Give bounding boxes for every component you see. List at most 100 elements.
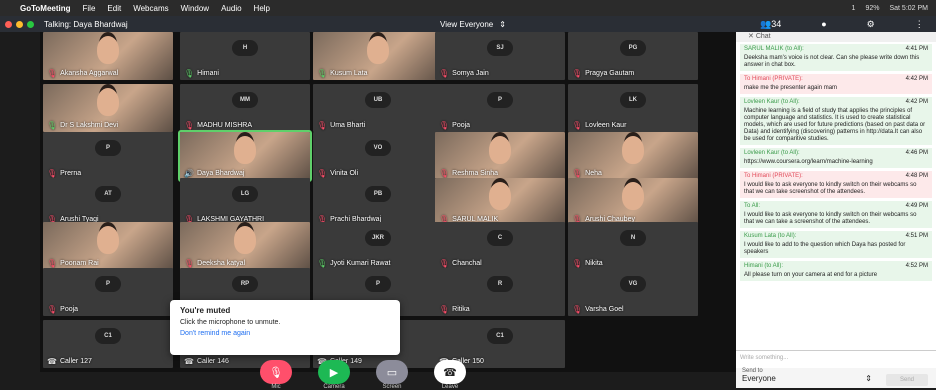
participant-avatar: PG	[620, 40, 646, 56]
participant-tile[interactable]: JKR 🎙 Jyoti Kumari Rawat	[313, 222, 443, 270]
mic-icon: 🎙	[317, 69, 328, 78]
participant-avatar: C	[487, 230, 513, 246]
participant-tile[interactable]: C 🎙 Chanchal	[435, 222, 565, 270]
participant-tile[interactable]: R 🎙 Ritika	[435, 268, 565, 316]
menu-window[interactable]: Window	[181, 4, 209, 13]
participant-name-row: 🎙 Jyoti Kumari Rawat	[317, 259, 390, 268]
participant-tile[interactable]: 🎙 Akansha Aggarwal	[43, 32, 173, 80]
mic-muted-icon: 🎙	[47, 259, 58, 268]
chat-text: All please turn on your camera at end fo…	[744, 272, 878, 278]
close-chat-icon[interactable]: ✕	[748, 33, 754, 40]
participant-tile[interactable]: LK 🎙 Lovleen Kaur	[568, 84, 698, 132]
participant-avatar: VG	[620, 276, 646, 292]
participant-tile[interactable]: 🎙 Arushi Chaubey	[568, 178, 698, 226]
participant-tile[interactable]: 🎙 Reshma Sinha	[435, 132, 565, 180]
participant-name: Uma Bharti	[330, 122, 366, 129]
dont-remind-link[interactable]: Don't remind me again	[180, 330, 390, 337]
participant-video	[367, 36, 389, 64]
participant-tile[interactable]: VO 🎙 Vinita Oli	[313, 132, 443, 180]
menu-edit[interactable]: Edit	[107, 4, 121, 13]
participant-tile[interactable]: UB 🎙 Uma Bharti	[313, 84, 443, 132]
screen-button[interactable]: ▭ Screen	[376, 360, 408, 390]
participant-tile[interactable]: SJ 🎙 Somya Jain	[435, 32, 565, 80]
app-menu[interactable]: GoToMeeting	[20, 4, 71, 13]
participant-name: Jyoti Kumari Rawat	[330, 260, 391, 267]
minimize-window-button[interactable]	[16, 20, 23, 28]
participant-tile[interactable]: AT 🎙 Arushi Tyagi	[43, 178, 173, 226]
participant-tile[interactable]: P 🎙 Pooja	[43, 268, 173, 316]
meeting-controls: 🎙 Mic ▶ Camera ▭ Screen ☎ Leave	[260, 360, 466, 390]
participant-tile[interactable]: H 🎙 Himani	[180, 32, 310, 80]
participant-name-row: 🎙 Poonam Rai	[47, 259, 99, 268]
chat-sender: Himani (to All):	[744, 263, 784, 269]
participant-name: Pooja	[452, 122, 471, 129]
participant-tile[interactable]: P 🎙 Pooja	[435, 84, 565, 132]
participant-tile[interactable]: PG 🎙 Pragya Gautam	[568, 32, 698, 80]
participant-name: Himani	[197, 70, 219, 77]
send-to-select[interactable]: Everyone ⇕	[742, 374, 872, 383]
chat-time: 4:48 PM	[905, 173, 928, 179]
mic-muted-icon: 🎙	[184, 259, 195, 268]
participant-video	[489, 136, 511, 164]
participant-name: Varsha Goel	[585, 306, 624, 313]
menu-webcams[interactable]: Webcams	[133, 4, 168, 13]
participant-avatar: RP	[232, 276, 258, 292]
participant-tile[interactable]: C1 ☎ Caller 127	[43, 320, 173, 368]
chat-message-header: To Himani (PRIVATE): 4:48 PM	[744, 173, 928, 180]
attendees-button[interactable]: 👥34	[760, 19, 781, 30]
participant-avatar: LK	[620, 92, 646, 108]
zoom-window-button[interactable]	[27, 20, 34, 28]
participant-tile[interactable]: MM 🎙 MADHU MISHRA	[180, 84, 310, 132]
menu-file[interactable]: File	[83, 4, 96, 13]
close-window-button[interactable]	[5, 20, 12, 28]
participant-tile[interactable]: 🔊 Daya Bhardwaj	[178, 130, 312, 182]
participant-name: Prerna	[60, 170, 82, 177]
titlebar-right: 👥34 ● ⚙ ⋮	[760, 19, 924, 30]
participant-tile[interactable]: LG 🎙 LAKSHMI GAYATHRI	[180, 178, 310, 226]
chat-messages[interactable]: SARUL MALIK (to All): 4:41 PM Deeksha mam'…	[740, 44, 932, 350]
mic-muted-icon: 🎙	[439, 69, 450, 78]
participant-tile[interactable]: 🎙 Neha	[568, 132, 698, 180]
menu-audio[interactable]: Audio	[221, 4, 241, 13]
participant-tile[interactable]: 🎙 Poonam Rai	[43, 222, 173, 270]
participant-name: Neha	[585, 170, 602, 177]
chat-input[interactable]: Write something...	[736, 350, 936, 366]
menu-help[interactable]: Help	[254, 4, 270, 13]
chat-message: To All: 4:49 PM I would like to ask everyo…	[740, 201, 932, 228]
send-button[interactable]: Send	[886, 374, 928, 386]
participant-tile[interactable]: 🎙 Deeksha katyal	[180, 222, 310, 270]
chat-title: Chat	[755, 33, 771, 40]
participant-tile[interactable]: PB 🎙 Prachi Bhardwaj	[313, 178, 443, 226]
chat-time: 4:46 PM	[905, 150, 928, 156]
phone-icon: ☎	[184, 357, 194, 366]
chat-header: ✕ Chat	[736, 32, 936, 42]
chat-toggle-icon[interactable]: ●	[821, 19, 826, 30]
mic-button[interactable]: 🎙 Mic	[260, 360, 292, 390]
chat-message-header: Lovleen Kaur (to All): 4:46 PM	[744, 150, 928, 157]
participant-name: MADHU MISHRA	[197, 122, 252, 129]
more-icon[interactable]: ⋮	[915, 19, 924, 30]
phone-icon: ☎	[47, 357, 57, 366]
participant-tile[interactable]: P 🎙 Prerna	[43, 132, 173, 180]
participant-name: Reshma Sinha	[452, 170, 499, 177]
participant-name: Chanchal	[452, 260, 482, 267]
mic-icon: 🎙	[260, 360, 292, 384]
chat-time: 4:42 PM	[905, 99, 928, 105]
chat-panel: ✕ Chat SARUL MALIK (to All): 4:41 PM Deeks…	[736, 32, 936, 388]
participant-tile[interactable]: 🎙 Kusum Lata	[313, 32, 443, 80]
participant-tile[interactable]: VG 🎙 Varsha Goel	[568, 268, 698, 316]
participant-name-row: 🎙 Lovleen Kaur	[572, 121, 626, 130]
participant-tile[interactable]: 🎙 SARUL MALIK	[435, 178, 565, 226]
settings-gear-icon[interactable]: ⚙	[867, 19, 875, 30]
participant-tile[interactable]: N 🎙 Nikita	[568, 222, 698, 270]
mic-muted-icon: 🎙	[47, 169, 58, 178]
participant-tile[interactable]: 🎙 Dr S Lakshmi Devi	[43, 84, 173, 132]
view-selector[interactable]: View Everyone ⇕	[440, 20, 506, 29]
chat-time: 4:42 PM	[905, 76, 928, 82]
status-area: 1 92% Sat 5:02 PM	[852, 5, 928, 12]
chat-text: Deeksha mam's voice is not clear. Can sh…	[744, 55, 920, 68]
participant-name: Caller 146	[196, 358, 229, 365]
leave-button[interactable]: ☎ Leave	[434, 360, 466, 390]
camera-button[interactable]: ▶ Camera	[318, 360, 350, 390]
participant-name: Ritika	[452, 306, 470, 313]
